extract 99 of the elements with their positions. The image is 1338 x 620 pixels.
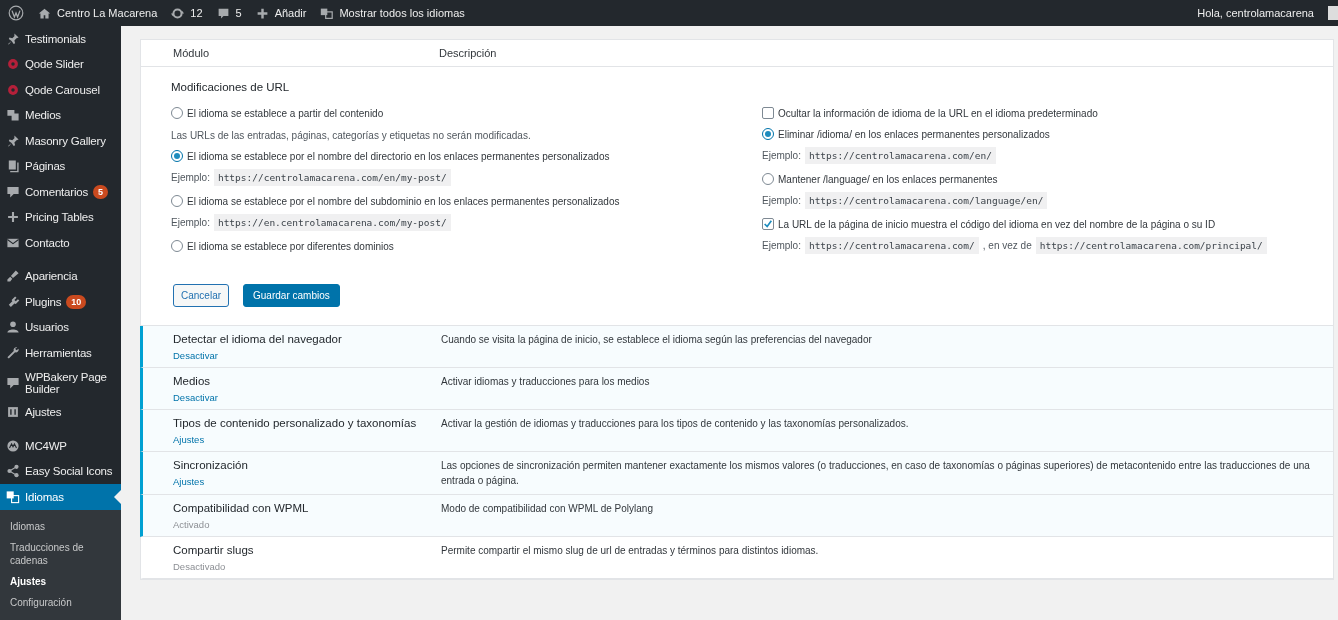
bubble-icon: [6, 375, 20, 390]
example-url: https://centrolamacarena.com/principal/: [1035, 237, 1267, 254]
wrench-icon: [6, 345, 20, 360]
pin-icon: [6, 31, 20, 46]
pin-icon: [6, 133, 20, 148]
module-status: Activado: [173, 519, 211, 530]
option-label: La URL de la página de inicio muestra el código del idioma en vez del nombre de la página o su ID: [778, 218, 1216, 230]
section-title: Modificaciones de URL: [171, 81, 291, 93]
plug-icon: [6, 294, 20, 309]
example-url: https://centrolamacarena.com/en/: [804, 147, 996, 164]
plus-icon: [6, 210, 20, 225]
module-description: Las opciones de sincronización permiten mantener exactamente los mismos valores (o traducciones, en caso de taxonomías o páginas superiores) de metacontenido entre las traducciones de una entrada o página.: [441, 459, 1311, 488]
refresh-icon: [171, 6, 185, 20]
module-description: Modo de compatibilidad con WPML de Polylang: [441, 502, 654, 516]
example-url: https://centrolamacarena.com/en/my-post/: [213, 169, 451, 186]
translation-icon: [320, 6, 334, 20]
example-label: Ejemplo:: [762, 195, 801, 206]
option-label: Ocultar la información de idioma de la URL en el idioma predeterminado: [778, 107, 1098, 119]
count-badge: 5: [93, 184, 108, 199]
submenu-item[interactable]: Configuración: [0, 591, 100, 613]
avatar-icon: [1328, 6, 1338, 20]
home-icon: [38, 6, 51, 20]
wordpress-logo-icon[interactable]: [8, 5, 24, 21]
option-label: Mantener /language/ en los enlaces permanentes: [778, 173, 998, 185]
module-action-link[interactable]: Desactivar: [173, 350, 441, 361]
sidebar-item[interactable]: Easy Social Icons: [0, 458, 121, 484]
dot-icon: [6, 57, 20, 72]
module-name: Compatibilidad con WPML: [173, 502, 310, 514]
module-action-link[interactable]: Ajustes: [173, 476, 441, 487]
updates-link[interactable]: 12: [171, 6, 203, 20]
current-menu-pointer-icon: [114, 489, 121, 504]
option-label: Eliminar /idioma/ en los enlaces permanentes personalizados: [778, 128, 1050, 140]
option-label: El idioma se establece por el nombre del subdominio en los enlaces permanentes personalizados: [187, 195, 620, 207]
sidebar-item[interactable]: Usuarios: [0, 314, 121, 340]
option-label: El idioma se establece por el nombre del directorio en los enlaces permanentes personalizados: [187, 150, 610, 162]
sidebar-item[interactable]: Medios: [0, 102, 121, 128]
module-description: Activar idiomas y traducciones para los medios: [441, 375, 651, 389]
module-name: Detectar el idioma del navegador: [173, 333, 343, 345]
sidebar-item[interactable]: Contacto: [0, 230, 121, 256]
module-description: Cuando se visita la página de inicio, se establece el idioma según las preferencias del navegador: [441, 333, 873, 347]
module-action-link[interactable]: Desactivar: [173, 392, 441, 403]
sidebar-item[interactable]: Comentarios 5: [0, 179, 121, 205]
comments-link[interactable]: 5: [216, 6, 242, 20]
example-label: , en vez de: [982, 240, 1032, 251]
checkbox[interactable]: [762, 218, 774, 230]
submenu-item[interactable]: Traducciones de cadenas: [0, 536, 100, 571]
option-label: El idioma se establece por diferentes dominios: [187, 240, 394, 252]
sidebar-item[interactable]: Pricing Tables: [0, 204, 121, 230]
sliders-icon: [6, 405, 20, 420]
pages-icon: [6, 159, 20, 174]
save-button[interactable]: Guardar cambios: [243, 284, 340, 307]
module-description: Permite compartir el mismo slug de url de entradas y términos para distintos idiomas.: [441, 544, 820, 558]
site-name-link[interactable]: Centro La Macarena: [38, 6, 158, 20]
comment-icon: [216, 6, 230, 20]
module-name: Compartir slugs: [173, 544, 255, 556]
sidebar-item[interactable]: WPBakery Page Builder: [0, 365, 121, 400]
sidebar-item[interactable]: MC4WP: [0, 433, 121, 459]
example-url: https://en.centrolamacarena.com/my-post/: [213, 214, 451, 231]
dot-icon: [6, 82, 20, 97]
module-status: Desactivado: [173, 561, 227, 572]
user-icon: [6, 320, 20, 335]
module-name: Medios: [173, 375, 212, 387]
sidebar-item[interactable]: Plugins 10: [0, 289, 121, 315]
example-label: Ejemplo:: [171, 172, 210, 183]
example-label: Ejemplo:: [171, 217, 210, 228]
module-description: Activar la gestión de idiomas y traducciones para los tipos de contenido y las taxonomías personalizados.: [441, 417, 910, 431]
cancel-button[interactable]: Cancelar: [173, 284, 230, 307]
option-note: Las URLs de las entradas, páginas, categorías y etiquetas no serán modificadas.: [171, 130, 532, 141]
plus-icon: [255, 6, 269, 20]
share-icon: [6, 464, 20, 479]
add-new-link[interactable]: Añadir: [255, 6, 307, 20]
sidebar-item[interactable]: Qode Carousel: [0, 77, 121, 103]
submenu-item[interactable]: Idiomas: [0, 515, 100, 537]
sidebar-item[interactable]: Páginas: [0, 153, 121, 179]
module-name: Tipos de contenido personalizado y taxonomías: [173, 417, 418, 429]
example-label: Ejemplo:: [762, 240, 801, 251]
option-label: El idioma se establece a partir del contenido: [187, 107, 384, 119]
sidebar-item[interactable]: Masonry Gallery: [0, 128, 121, 154]
greeting-link[interactable]: Hola, centrolamacarena: [1197, 7, 1314, 19]
example-url: https://centrolamacarena.com/: [804, 237, 979, 254]
example-url: https://centrolamacarena.com/language/en/: [804, 192, 1048, 209]
sidebar-item[interactable]: Ajustes: [0, 399, 121, 425]
module-name: Sincronización: [173, 459, 249, 471]
submenu-item[interactable]: Ajustes: [0, 570, 100, 592]
column-header: Descripción: [439, 47, 497, 59]
sidebar-item[interactable]: Qode Slider: [0, 51, 121, 77]
bubble-icon: [6, 184, 20, 199]
languages-link[interactable]: Mostrar todos los idiomas: [320, 6, 465, 20]
sidebar-item[interactable]: Herramientas: [0, 340, 121, 366]
count-badge: 10: [66, 294, 86, 309]
media-icon: [6, 108, 20, 123]
sidebar-item[interactable]: Testimonials: [0, 26, 121, 52]
module-action-link[interactable]: Ajustes: [173, 434, 441, 445]
column-header: Módulo: [172, 47, 211, 59]
sidebar-item[interactable]: Idiomas: [0, 484, 121, 510]
brush-icon: [6, 269, 20, 284]
sidebar-item[interactable]: Apariencia: [0, 263, 121, 289]
checkbox[interactable]: [762, 107, 774, 119]
example-label: Ejemplo:: [762, 150, 801, 161]
